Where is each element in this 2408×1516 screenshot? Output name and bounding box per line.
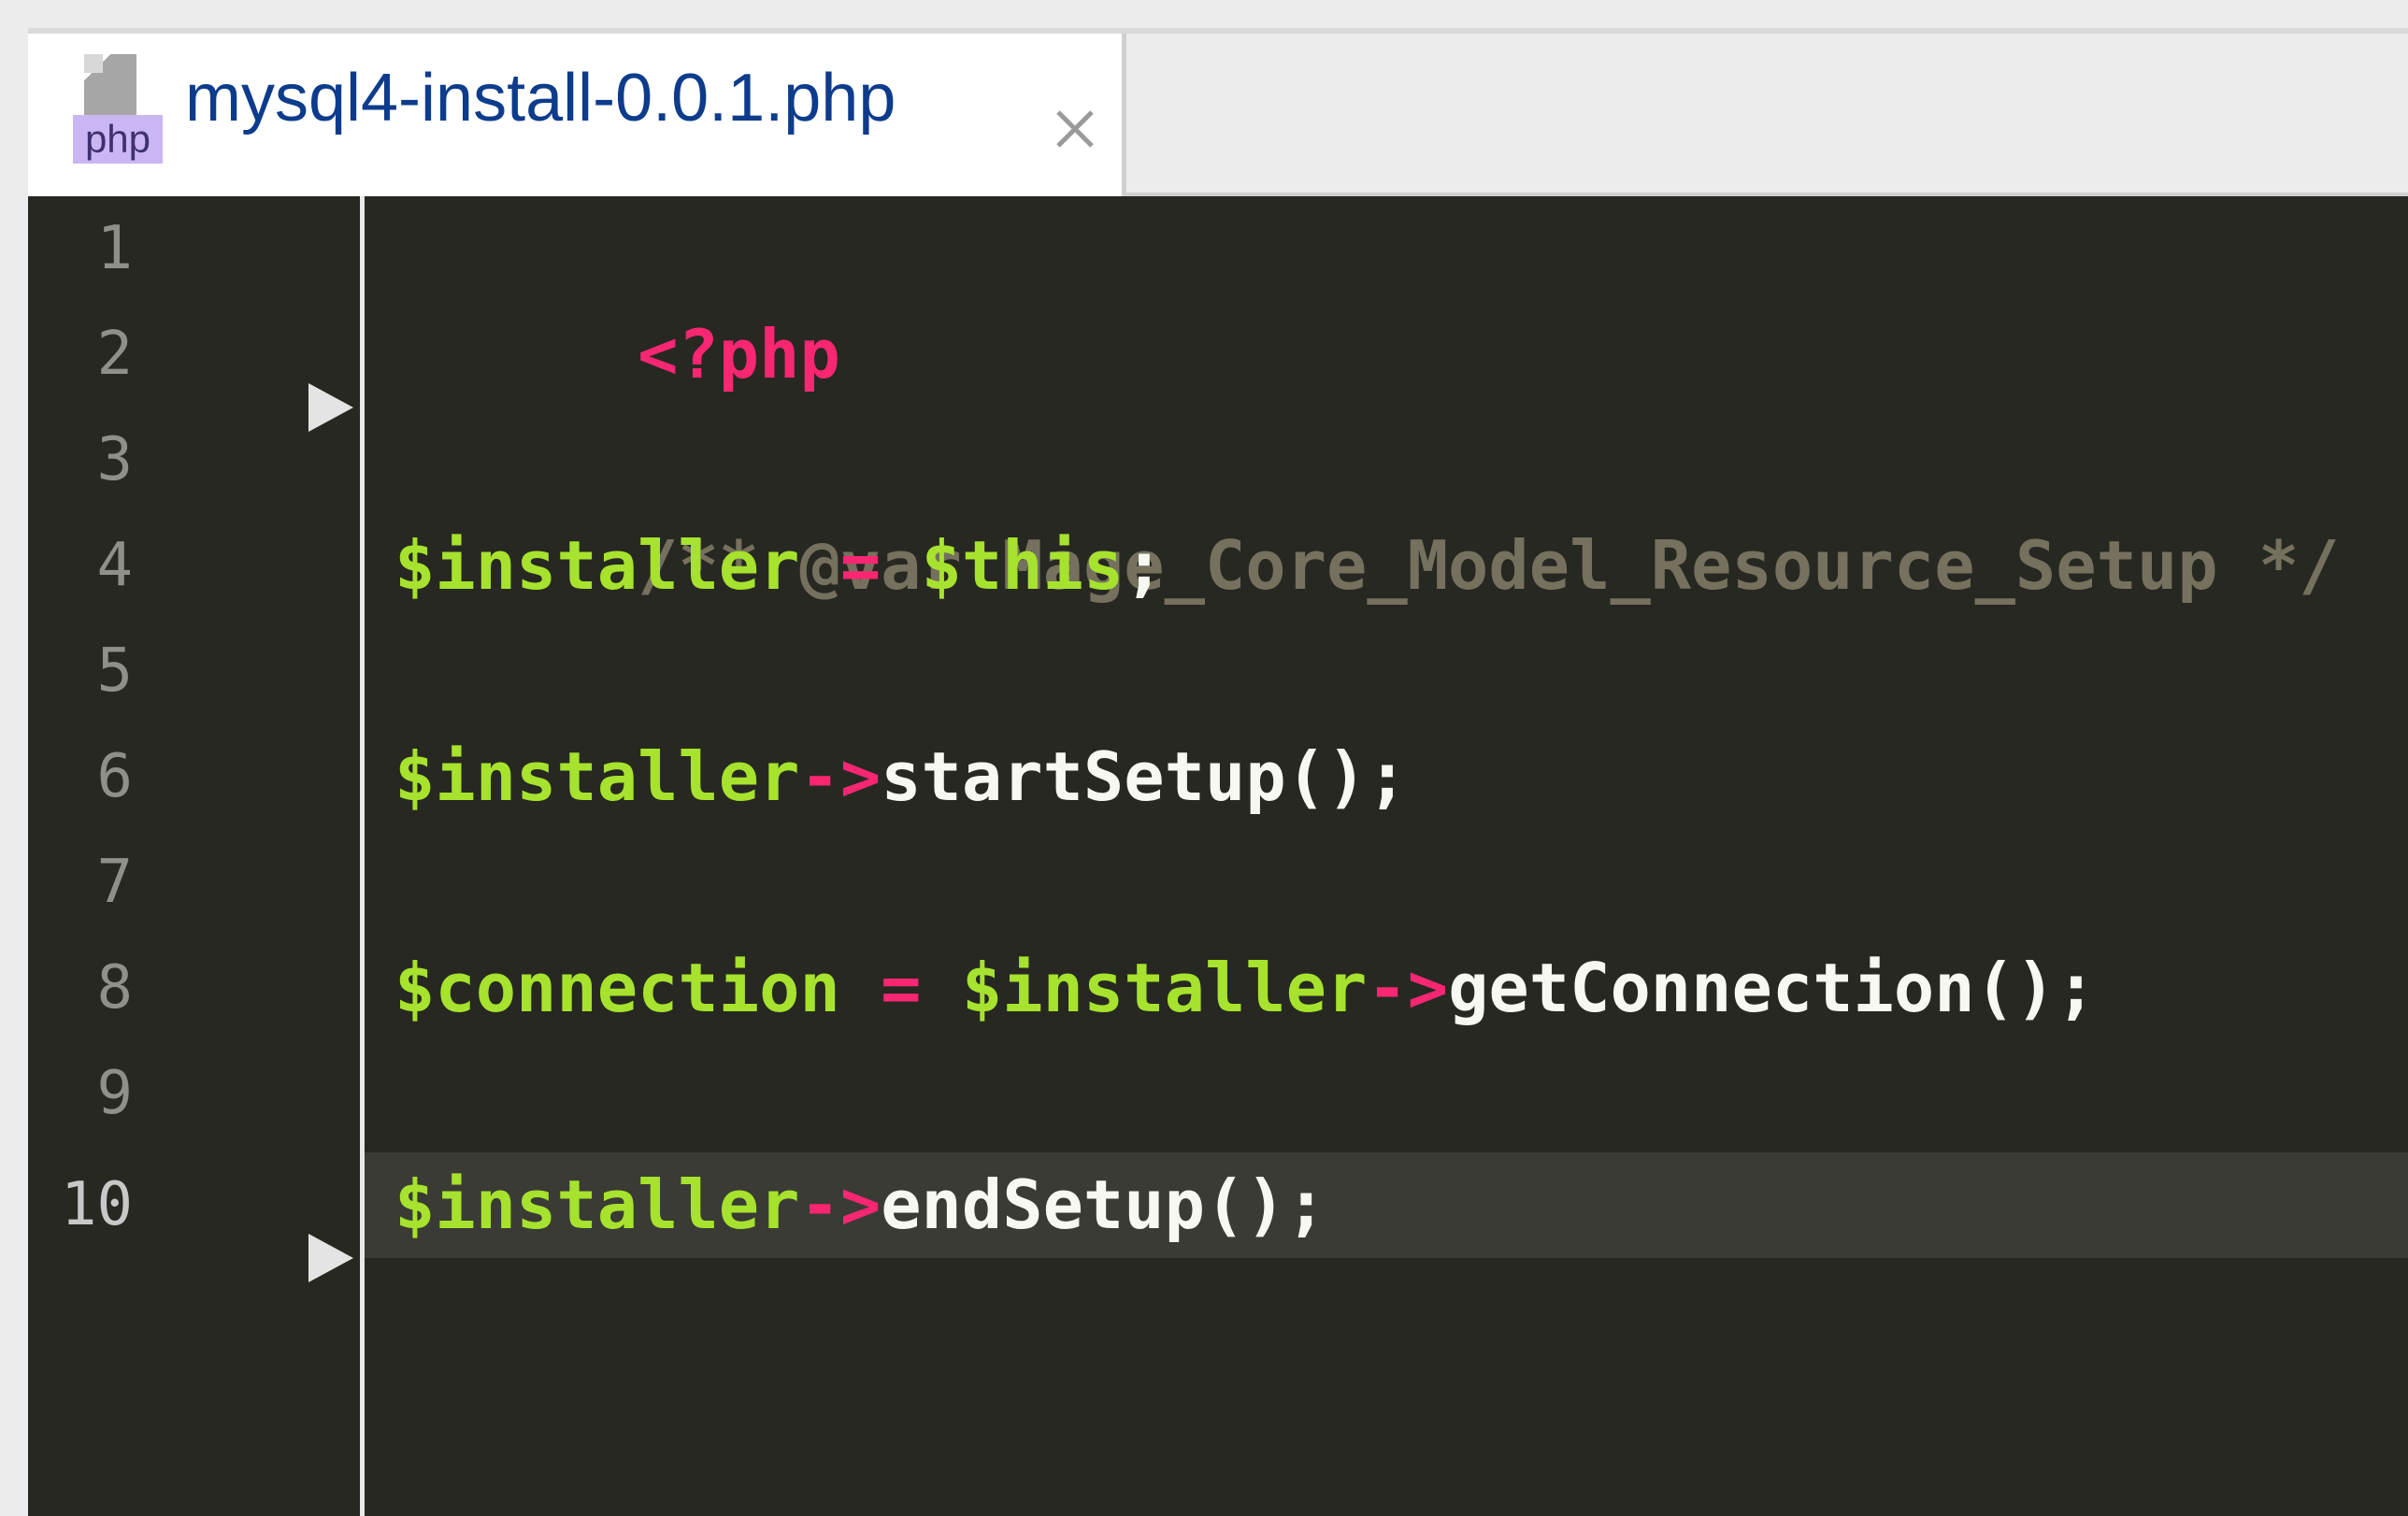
close-icon[interactable] — [1047, 101, 1103, 157]
code-line-4: $installer = $this; — [394, 513, 1165, 619]
gutter-divider — [360, 196, 365, 1516]
arrow-operator-token: -> — [799, 1166, 882, 1244]
code-line-10: $installer->endSetup(); — [394, 1152, 1326, 1258]
line-number: 3 — [96, 425, 133, 494]
variable-token: $installer — [394, 1166, 800, 1244]
arrow-operator-token: -> — [799, 737, 882, 816]
code-line-3: /** @var Mage_Core_Model_Resource_Setup … — [394, 408, 2340, 605]
line-number-current: 10 — [60, 1170, 133, 1239]
code-line-6: $installer->startSetup(); — [394, 724, 1408, 830]
line-number: 6 — [96, 742, 133, 811]
php-file-icon: php — [73, 54, 163, 166]
editor-window: php mysql4-install-0.0.1.php 1 2 3 4 5 6… — [0, 0, 2408, 1516]
php-badge: php — [73, 115, 163, 164]
method-call-token: startSetup(); — [881, 737, 1408, 816]
line-number: 7 — [96, 848, 133, 917]
code-editor[interactable]: 1 2 3 4 5 6 7 8 9 10 <?php /** @var Mage… — [28, 196, 2408, 1516]
variable-token: $installer — [394, 737, 800, 816]
fold-arrow-icon[interactable] — [308, 383, 353, 432]
tab-mysql4-install[interactable]: php mysql4-install-0.0.1.php — [28, 34, 1126, 202]
line-number: 4 — [96, 531, 133, 600]
arrow-operator-token: -> — [1367, 949, 1449, 1027]
line-number: 5 — [96, 636, 133, 706]
operator-token: = — [799, 526, 922, 605]
tab-bar: php mysql4-install-0.0.1.php — [28, 28, 2408, 202]
php-open-tag: <?php — [638, 315, 840, 393]
punctuation-token: ; — [1124, 526, 1165, 605]
code-line-8: $connection = $installer->getConnection(… — [394, 936, 2097, 1041]
method-call-token: endSetup(); — [881, 1166, 1327, 1244]
method-call-token: getConnection(); — [1448, 949, 2097, 1027]
line-number: 9 — [96, 1059, 133, 1128]
variable-token: $this — [921, 526, 1125, 605]
line-number: 8 — [96, 953, 133, 1023]
line-number: 1 — [96, 214, 133, 283]
line-number-gutter: 1 2 3 4 5 6 7 8 9 10 — [28, 196, 360, 1516]
operator-token: = — [839, 949, 962, 1027]
variable-token: $installer — [961, 949, 1368, 1027]
tab-title: mysql4-install-0.0.1.php — [185, 61, 896, 136]
variable-token: $installer — [394, 526, 800, 605]
code-line-1: <?php — [394, 196, 840, 393]
variable-token: $connection — [394, 949, 840, 1027]
fold-arrow-icon[interactable] — [308, 1234, 353, 1282]
line-number: 2 — [96, 320, 133, 389]
